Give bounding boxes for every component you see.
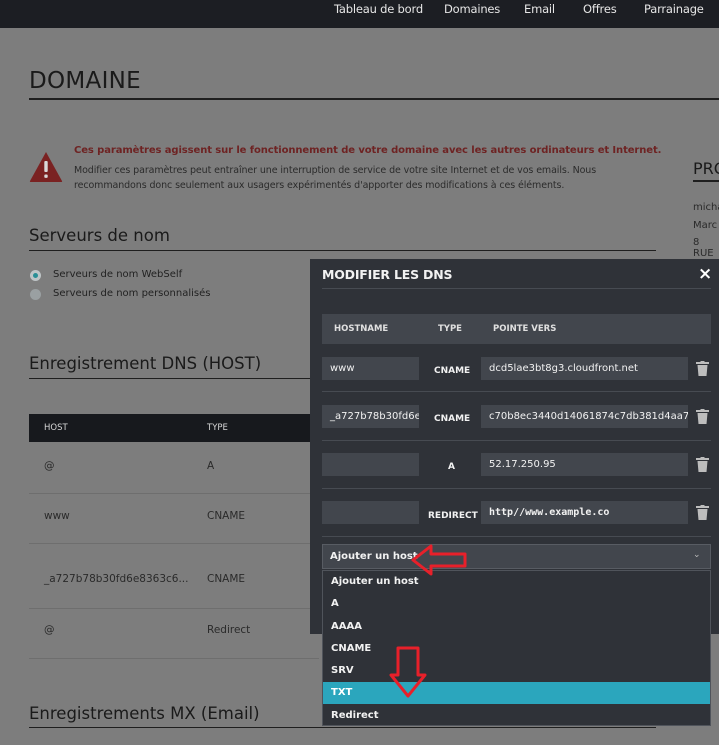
top-navigation: Tableau de bord Domaines Email Offres Pa… [0, 0, 719, 28]
side-panel-line: micha [693, 202, 719, 213]
close-icon[interactable]: × [698, 264, 712, 284]
trash-icon[interactable] [696, 505, 709, 520]
pointe-vers-input[interactable]: 52.17.250.95 [481, 453, 688, 476]
page-title: DOMAINE [29, 68, 142, 94]
hostname-input[interactable]: www [322, 357, 419, 380]
chevron-down-icon: ⌄ [693, 550, 701, 560]
warning-body: Modifier ces paramètres peut entraîner u… [74, 165, 597, 191]
radio-webself-label: Serveurs de nom WebSelf [53, 269, 183, 280]
record-type: CNAME [434, 366, 471, 376]
column-type: TYPE [438, 324, 462, 334]
dns-table-header: HOSTNAME TYPE POINTE VERS [322, 314, 711, 344]
nav-offres[interactable]: Offres [583, 2, 617, 16]
nav-domaines[interactable]: Domaines [444, 2, 500, 16]
dropdown-option[interactable]: A [323, 593, 710, 615]
warning-triangle-icon [29, 152, 63, 182]
host-row-type: A [207, 460, 215, 472]
dropdown-option[interactable]: AAAA [323, 616, 710, 638]
trash-icon[interactable] [696, 457, 709, 472]
mx-divider [29, 727, 656, 728]
trash-icon[interactable] [696, 409, 709, 424]
row-divider [29, 608, 319, 609]
pointe-vers-input[interactable]: c70b8ec3440d14061874c7db381d4aa7.d [481, 405, 688, 428]
host-row-host: @ [44, 624, 55, 636]
row-divider [29, 658, 319, 659]
nav-tableau-de-bord[interactable]: Tableau de bord [334, 2, 423, 16]
record-type: CNAME [434, 414, 471, 424]
row-divider [322, 536, 711, 537]
annotation-arrow-down-icon [389, 646, 427, 698]
pointe-vers-input[interactable]: dcd5lae3bt8g3.cloudfront.net [481, 357, 688, 380]
host-row-type: Redirect [207, 624, 251, 636]
side-panel-divider [693, 180, 719, 182]
side-panel-line: Marc [693, 220, 718, 231]
column-host: HOST [44, 423, 68, 433]
nav-email[interactable]: Email [524, 2, 555, 16]
column-type: TYPE [207, 423, 228, 433]
host-row-host: @ [44, 460, 55, 472]
dns-host-divider [29, 378, 319, 379]
hostname-input[interactable] [322, 453, 419, 476]
nameservers-title: Serveurs de nom [29, 226, 170, 245]
column-pointe-vers: POINTE VERS [493, 324, 557, 334]
column-hostname: HOSTNAME [334, 324, 389, 334]
title-divider [29, 98, 719, 100]
radio-custom[interactable] [30, 289, 41, 300]
dropdown-option-highlighted[interactable]: TXT [323, 682, 710, 704]
annotation-arrow-left-icon [411, 544, 467, 576]
trash-icon[interactable] [696, 361, 709, 376]
record-type: REDIRECT [428, 511, 478, 521]
radio-webself[interactable] [30, 270, 41, 281]
dns-host-title: Enregistrement DNS (HOST) [29, 354, 262, 373]
add-host-select-label: Ajouter un host [330, 551, 418, 562]
host-row-host: _a727b78b30fd6e8363c6... [44, 573, 189, 585]
side-panel-line: 8 RUE [693, 237, 714, 259]
radio-custom-label: Serveurs de nom personnalisés [53, 288, 211, 299]
dns-host-table-header: HOST TYPE [29, 414, 319, 442]
nav-parrainage[interactable]: Parrainage [644, 2, 704, 16]
mx-title: Enregistrements MX (Email) [29, 704, 260, 723]
add-host-select[interactable]: Ajouter un host ⌄ [322, 544, 711, 569]
warning-title: Ces paramètres agissent sur le fonctionn… [74, 145, 662, 156]
dropdown-option[interactable]: Ajouter un host [323, 571, 710, 593]
dropdown-option[interactable]: Redirect [323, 705, 710, 727]
row-divider [322, 440, 711, 441]
dropdown-option[interactable]: CNAME [323, 638, 710, 660]
row-divider [29, 493, 319, 494]
hostname-input[interactable]: _a727b78b30fd6e [322, 405, 419, 428]
host-row-host: www [44, 510, 70, 522]
modal-divider [322, 288, 711, 289]
row-divider [29, 543, 319, 544]
hostname-input[interactable] [322, 501, 419, 524]
modal-title: MODIFIER LES DNS [322, 267, 453, 282]
record-type-dropdown: Ajouter un host A AAAA CNAME SRV TXT Red… [322, 570, 711, 726]
dropdown-option[interactable]: SRV [323, 660, 710, 682]
host-row-type: CNAME [207, 573, 246, 585]
pointe-vers-input[interactable]: http//www.example.co [481, 501, 688, 524]
host-row-type: CNAME [207, 510, 246, 522]
record-type: A [448, 462, 455, 472]
row-divider [322, 488, 711, 489]
nameservers-divider [29, 250, 656, 251]
row-divider [322, 391, 711, 392]
side-panel-heading: PRO [693, 159, 719, 178]
